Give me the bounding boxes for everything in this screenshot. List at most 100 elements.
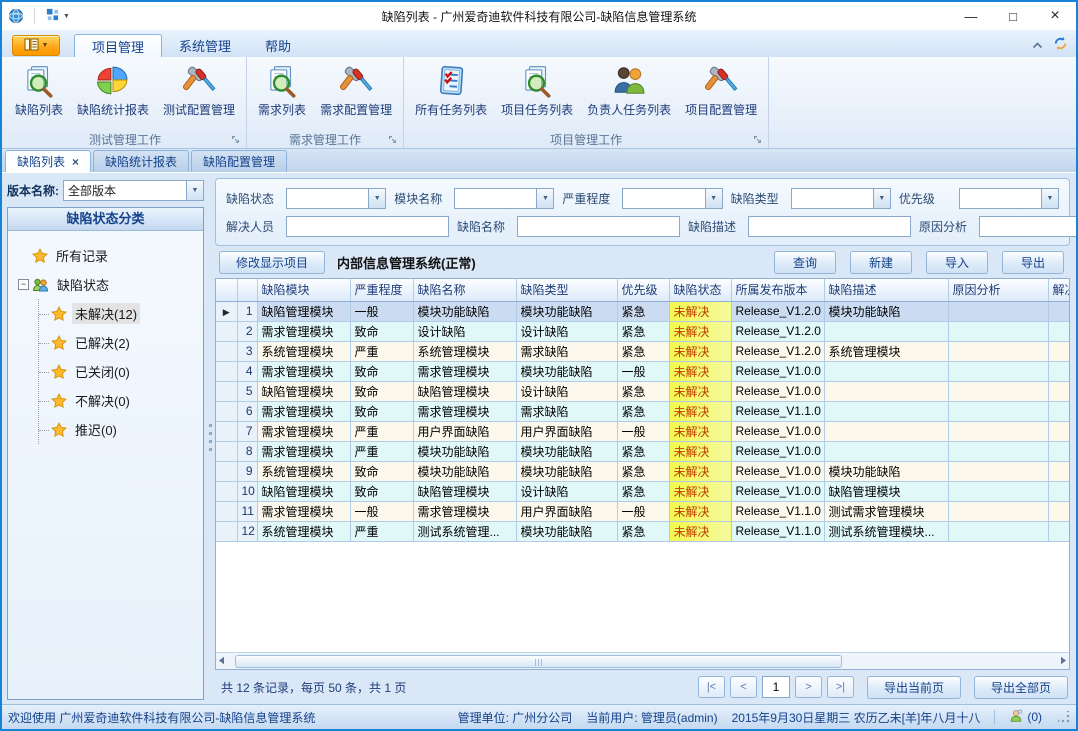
table-row[interactable]: 3系统管理模块严重系统管理模块需求缺陷紧急未解决Release_V1.2.0系统… (216, 341, 1069, 361)
minimize-button[interactable]: — (950, 2, 992, 30)
dropdown-arrow-icon[interactable]: ▼ (705, 189, 722, 208)
dropdown-arrow-icon[interactable]: ▼ (1041, 189, 1058, 208)
defect-list-button[interactable]: 缺陷列表 (8, 60, 70, 121)
prev-page-button[interactable]: < (730, 676, 757, 698)
requirement-config-button[interactable]: 需求配置管理 (313, 60, 399, 121)
cell-type: 设计缺陷 (516, 481, 617, 501)
priority-select[interactable]: ▼ (959, 188, 1059, 209)
severity-select[interactable]: ▼ (622, 188, 722, 209)
dropdown-arrow-icon[interactable]: ▼ (186, 181, 203, 200)
tab-system-management[interactable]: 系统管理 (162, 34, 248, 57)
scrollbar-thumb[interactable] (235, 655, 842, 668)
modify-display-items-button[interactable]: 修改显示项目 (219, 251, 325, 274)
column-header-8[interactable]: 缺陷描述 (824, 279, 948, 301)
cell-status: 未解决 (669, 401, 731, 421)
defect-desc-input[interactable] (748, 216, 911, 237)
table-row[interactable]: 9系统管理模块致命模块功能缺陷模块功能缺陷紧急未解决Release_V1.0.0… (216, 461, 1069, 481)
tree-item-wontfix[interactable]: 不解决(0) (39, 386, 199, 415)
ribbon-button-label: 缺陷列表 (15, 101, 63, 118)
dropdown-arrow-icon[interactable]: ▼ (536, 189, 553, 208)
table-row[interactable]: 7需求管理模块严重用户界面缺陷用户界面缺陷一般未解决Release_V1.0.0 (216, 421, 1069, 441)
table-row[interactable]: 11需求管理模块一般需求管理模块用户界面缺陷一般未解决Release_V1.1.… (216, 501, 1069, 521)
column-header-6[interactable]: 缺陷状态 (669, 279, 731, 301)
tab-help[interactable]: 帮助 (248, 34, 308, 57)
all-tasks-button[interactable]: 所有任务列表 (408, 60, 494, 121)
tree-item-unresolved[interactable]: 未解决(12) (39, 299, 199, 328)
export-all-pages-button[interactable]: 导出全部页 (974, 676, 1068, 699)
new-button[interactable]: 新建 (850, 251, 912, 274)
quick-access-toolbar-button[interactable]: ▼ (39, 5, 76, 27)
project-config-button[interactable]: 项目配置管理 (678, 60, 764, 121)
column-header-4[interactable]: 缺陷类型 (516, 279, 617, 301)
dialog-launcher-icon[interactable] (388, 135, 397, 144)
column-header-2[interactable]: 严重程度 (350, 279, 413, 301)
table-row[interactable]: 6需求管理模块致命需求管理模块需求缺陷紧急未解决Release_V1.1.0 (216, 401, 1069, 421)
tree-item-closed[interactable]: 已关闭(0) (39, 357, 199, 386)
search-button[interactable]: 查询 (774, 251, 836, 274)
defect-status-select[interactable]: ▼ (286, 188, 386, 209)
cell-status: 未解决 (669, 301, 731, 321)
cell-solution (1048, 501, 1069, 521)
message-indicator[interactable]: (0) (1009, 709, 1042, 726)
defect-statistics-report-button[interactable]: 缺陷统计报表 (70, 60, 156, 121)
column-header-9[interactable]: 原因分析 (948, 279, 1048, 301)
import-button[interactable]: 导入 (926, 251, 988, 274)
cell-priority: 一般 (617, 421, 669, 441)
collapse-icon[interactable]: − (18, 279, 29, 290)
table-row[interactable]: ▶1缺陷管理模块一般模块功能缺陷模块功能缺陷紧急未解决Release_V1.2.… (216, 301, 1069, 321)
doc-tab-defect-list[interactable]: 缺陷列表× (5, 150, 91, 172)
column-header-3[interactable]: 缺陷名称 (413, 279, 516, 301)
requirement-list-button[interactable]: 需求列表 (251, 60, 313, 121)
application-menu-button[interactable]: ▼ (12, 35, 60, 56)
collapse-ribbon-icon[interactable] (1032, 38, 1043, 52)
defect-type-select[interactable]: ▼ (791, 188, 891, 209)
owner-tasks-button[interactable]: 负责人任务列表 (580, 60, 678, 121)
cell-type: 模块功能缺陷 (516, 461, 617, 481)
ribbon-help-icon[interactable] (1053, 36, 1068, 54)
horizontal-scrollbar[interactable] (216, 652, 1069, 669)
page-number-input[interactable] (762, 676, 790, 698)
tree-item-resolved[interactable]: 已解决(2) (39, 328, 199, 357)
dropdown-arrow-icon[interactable]: ▼ (368, 189, 385, 208)
test-config-button[interactable]: 测试配置管理 (156, 60, 242, 121)
scroll-left-icon[interactable] (218, 654, 225, 668)
cause-analysis-input[interactable] (979, 216, 1076, 237)
tree-item-all-records[interactable]: 所有记录 (18, 241, 199, 270)
project-tasks-button[interactable]: 项目任务列表 (494, 60, 580, 121)
close-button[interactable]: × (1034, 2, 1076, 30)
tree-item-postponed[interactable]: 推迟(0) (39, 415, 199, 444)
table-row[interactable]: 2需求管理模块致命设计缺陷设计缺陷紧急未解决Release_V1.2.0 (216, 321, 1069, 341)
version-select[interactable]: 全部版本 ▼ (63, 180, 204, 201)
defect-name-input[interactable] (517, 216, 680, 237)
column-header-7[interactable]: 所属发布版本 (731, 279, 824, 301)
app-menu-list-icon (24, 38, 39, 54)
tree-item-defect-status[interactable]: −缺陷状态 (18, 270, 199, 299)
first-page-button[interactable]: |< (698, 676, 725, 698)
next-page-button[interactable]: > (795, 676, 822, 698)
maximize-button[interactable]: □ (992, 2, 1034, 30)
table-row[interactable]: 8需求管理模块严重模块功能缺陷模块功能缺陷紧急未解决Release_V1.0.0 (216, 441, 1069, 461)
export-current-page-button[interactable]: 导出当前页 (867, 676, 961, 699)
dialog-launcher-icon[interactable] (231, 135, 240, 144)
table-row[interactable]: 4需求管理模块致命需求管理模块模块功能缺陷一般未解决Release_V1.0.0 (216, 361, 1069, 381)
last-page-button[interactable]: >| (827, 676, 854, 698)
column-header-10[interactable]: 解决方法 (1048, 279, 1069, 301)
close-tab-icon[interactable]: × (72, 156, 79, 168)
scroll-right-icon[interactable] (1060, 654, 1067, 668)
column-header-1[interactable]: 缺陷模块 (257, 279, 350, 301)
cell-solution (1048, 381, 1069, 401)
resize-grip[interactable] (1058, 711, 1070, 723)
dialog-launcher-icon[interactable] (753, 135, 762, 144)
module-name-select[interactable]: ▼ (454, 188, 554, 209)
table-row[interactable]: 10缺陷管理模块致命缺陷管理模块设计缺陷紧急未解决Release_V1.0.0缺… (216, 481, 1069, 501)
resolver-input[interactable] (286, 216, 449, 237)
doc-tab-defect-config[interactable]: 缺陷配置管理 (191, 150, 287, 172)
column-header-5[interactable]: 优先级 (617, 279, 669, 301)
export-button[interactable]: 导出 (1002, 251, 1064, 274)
tab-project-management[interactable]: 项目管理 (74, 34, 162, 57)
table-row[interactable]: 12系统管理模块严重测试系统管理...模块功能缺陷紧急未解决Release_V1… (216, 521, 1069, 541)
doc-tab-defect-report[interactable]: 缺陷统计报表 (93, 150, 189, 172)
dropdown-arrow-icon[interactable]: ▼ (873, 189, 890, 208)
sidebar-splitter[interactable] (206, 173, 215, 704)
table-row[interactable]: 5缺陷管理模块致命缺陷管理模块设计缺陷紧急未解决Release_V1.0.0 (216, 381, 1069, 401)
